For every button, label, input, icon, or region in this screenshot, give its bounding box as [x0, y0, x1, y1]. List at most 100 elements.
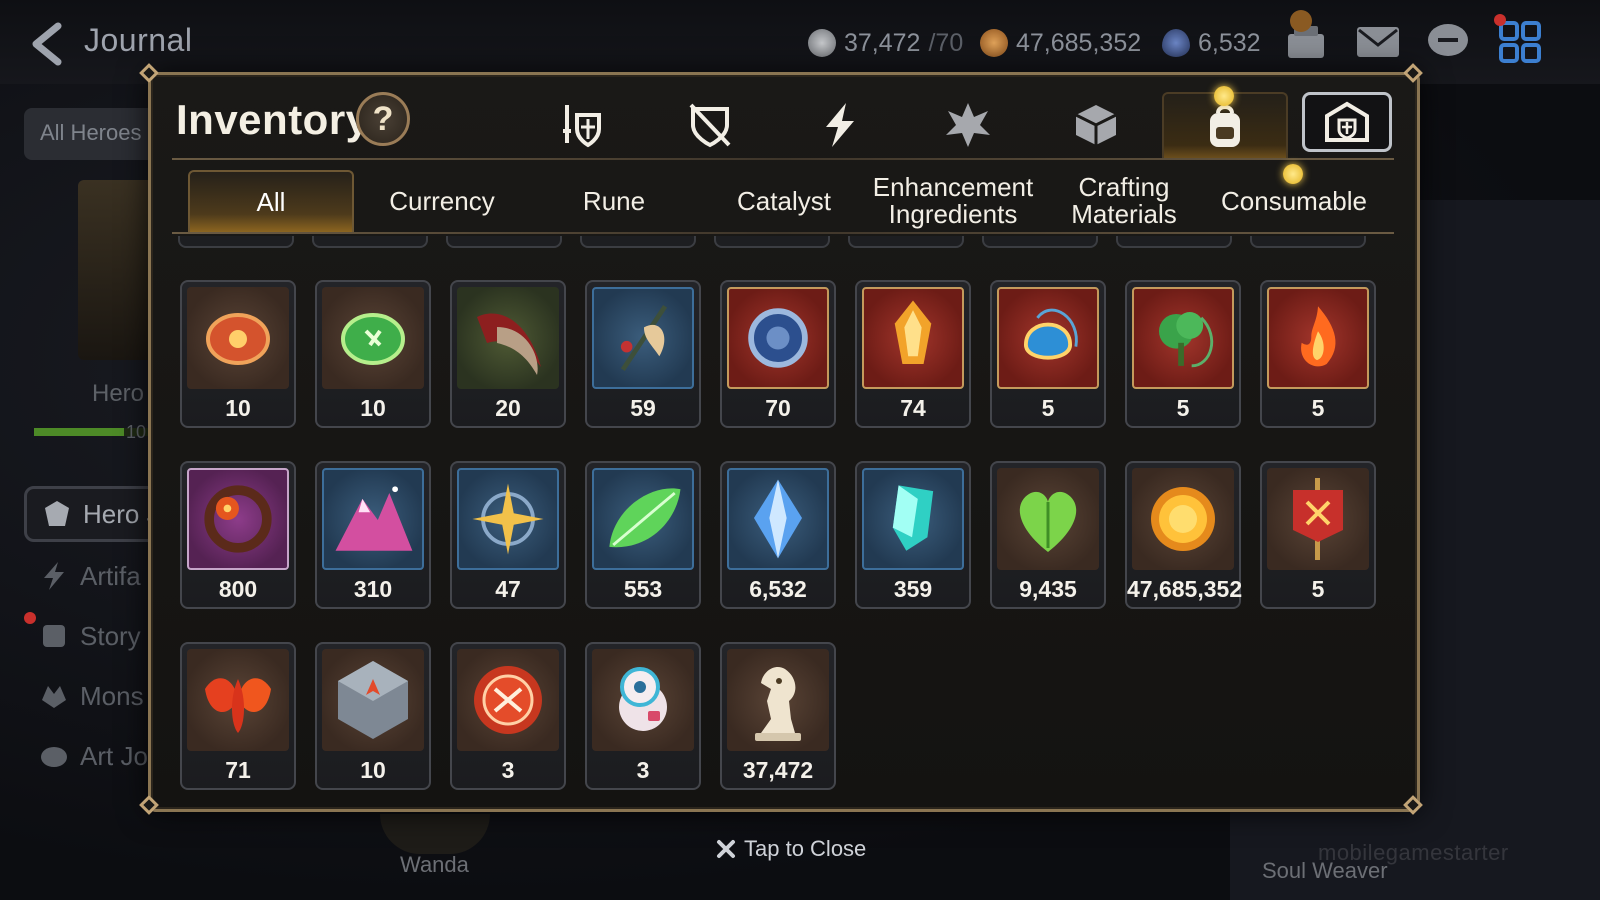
inventory-item[interactable]: 37,472: [720, 642, 836, 790]
inventory-title: Inventory: [176, 96, 370, 143]
stamina-resource[interactable]: 37,472/70: [808, 26, 963, 60]
tab-equipment[interactable]: [532, 92, 632, 158]
inventory-item[interactable]: 74: [855, 280, 971, 428]
item-quantity: 9,435: [1019, 576, 1077, 602]
hero-icon: [45, 501, 69, 526]
divider: [172, 158, 1394, 160]
inventory-item[interactable]: 3: [585, 642, 701, 790]
inventory-item[interactable]: 6,532: [720, 461, 836, 609]
inventory-item[interactable]: 3: [450, 642, 566, 790]
inventory-item[interactable]: 359: [855, 461, 971, 609]
inventory-item[interactable]: 10: [180, 280, 296, 428]
flower-charm-icon: [187, 468, 289, 570]
story-icon: [43, 625, 65, 647]
help-button[interactable]: ?: [356, 92, 410, 146]
item-quantity: 553: [623, 576, 663, 602]
inventory-item[interactable]: 10: [315, 642, 431, 790]
item-quantity: 37,472: [742, 757, 814, 783]
inventory-item[interactable]: 59: [585, 280, 701, 428]
item-quantity: 10: [225, 395, 251, 421]
inventory-item[interactable]: 47: [450, 461, 566, 609]
crystal-mountain-icon: [322, 468, 424, 570]
tab-notification-dot: [1214, 86, 1234, 106]
item-grid: 10 10 20 59 70 74 5 5 5 800 310 47 553 6,532 359 9,435 4…: [180, 280, 1376, 790]
story-notification-dot: [24, 612, 36, 624]
item-quantity: 6,532: [749, 576, 807, 602]
ice-amulet-icon: [997, 287, 1099, 389]
menu-grid-icon[interactable]: [1496, 18, 1544, 66]
item-quantity: 800: [218, 576, 258, 602]
item-quantity: 5: [1176, 395, 1190, 421]
stamina-icon: [808, 29, 836, 57]
tab-storage[interactable]: [1302, 92, 1392, 152]
monster-icon: [42, 686, 66, 708]
inventory-item[interactable]: 47,685,352: [1125, 461, 1242, 609]
pet-doll-icon: [592, 649, 694, 751]
item-quantity: 3: [636, 757, 650, 783]
artifact-icon: [44, 562, 64, 590]
inventory-item[interactable]: 70: [720, 280, 836, 428]
chat-icon[interactable]: [1424, 18, 1472, 66]
fire-amulet-icon: [1267, 287, 1369, 389]
storage-icon: [1325, 101, 1369, 142]
inventory-item[interactable]: 800: [180, 461, 296, 609]
item-quantity: 70: [765, 395, 791, 421]
item-quantity: 47: [495, 576, 521, 602]
box-icon: [1075, 105, 1117, 145]
hero-card[interactable]: [78, 180, 158, 360]
skystone-icon: [1162, 29, 1190, 57]
inventory-item[interactable]: 553: [585, 461, 701, 609]
cyan-crystal-icon: [862, 468, 964, 570]
tab-currency[interactable]: Currency: [362, 170, 522, 232]
claw-icon: [457, 287, 559, 389]
inventory-item[interactable]: 5: [1125, 280, 1241, 428]
item-quantity: 10: [360, 757, 386, 783]
tab-enhancement-ingredients[interactable]: Enhancement Ingredients: [870, 170, 1036, 232]
gold-coin-icon: [1132, 468, 1234, 570]
tab-no-equipment[interactable]: [660, 92, 760, 158]
mail-icon[interactable]: [1354, 18, 1402, 66]
tab-box[interactable]: [1046, 92, 1146, 158]
inventory-scroll-area[interactable]: 10 10 20 59 70 74 5 5 5 800 310 47 553 6,532 359 9,435 4…: [172, 236, 1394, 804]
back-arrow-icon[interactable]: [28, 22, 68, 66]
stone-compass-icon: [322, 649, 424, 751]
item-quantity: 74: [900, 395, 926, 421]
inventory-item[interactable]: 5: [990, 280, 1106, 428]
tab-catalyst[interactable]: Catalyst: [704, 170, 864, 232]
shield-icon: [689, 103, 731, 148]
gold-resource[interactable]: 47,685,352: [980, 26, 1141, 60]
equipment-icon: [563, 105, 601, 148]
inventory-item[interactable]: 5: [1260, 461, 1376, 609]
menu-notification-dot: [1494, 14, 1506, 26]
heart-leaf-icon: [997, 468, 1099, 570]
tab-rune[interactable]: Rune: [534, 170, 694, 232]
close-button[interactable]: Tap to Close: [716, 836, 866, 862]
inventory-item[interactable]: 71: [180, 642, 296, 790]
previous-row-partial: [178, 236, 1366, 248]
earth-rune-icon: [322, 287, 424, 389]
tab-all[interactable]: All: [188, 170, 354, 232]
item-quantity: 71: [225, 757, 251, 783]
inventory-item[interactable]: 20: [450, 280, 566, 428]
inventory-item[interactable]: 5: [1260, 280, 1376, 428]
tab-material[interactable]: [918, 92, 1018, 158]
battle-medal-icon: [457, 649, 559, 751]
close-icon: [717, 840, 735, 858]
chess-knight-icon: [727, 649, 829, 751]
skystone-crystal-icon: [727, 468, 829, 570]
inventory-item[interactable]: 10: [315, 280, 431, 428]
consumable-notification-dot: [1283, 164, 1303, 184]
item-quantity: 3: [501, 757, 515, 783]
tab-crafting-materials[interactable]: Crafting Materials: [1044, 170, 1204, 232]
item-quantity: 5: [1041, 395, 1055, 421]
skystone-resource[interactable]: 6,532: [1162, 26, 1261, 60]
tab-artifact[interactable]: [790, 92, 890, 158]
banner-icon: [1267, 468, 1369, 570]
inventory-item[interactable]: 310: [315, 461, 431, 609]
gold-icon: [980, 29, 1008, 57]
ice-charm-icon: [727, 287, 829, 389]
item-quantity: 310: [353, 576, 393, 602]
leaf-icon: [592, 468, 694, 570]
inventory-item[interactable]: 9,435: [990, 461, 1106, 609]
art-icon: [41, 747, 67, 767]
